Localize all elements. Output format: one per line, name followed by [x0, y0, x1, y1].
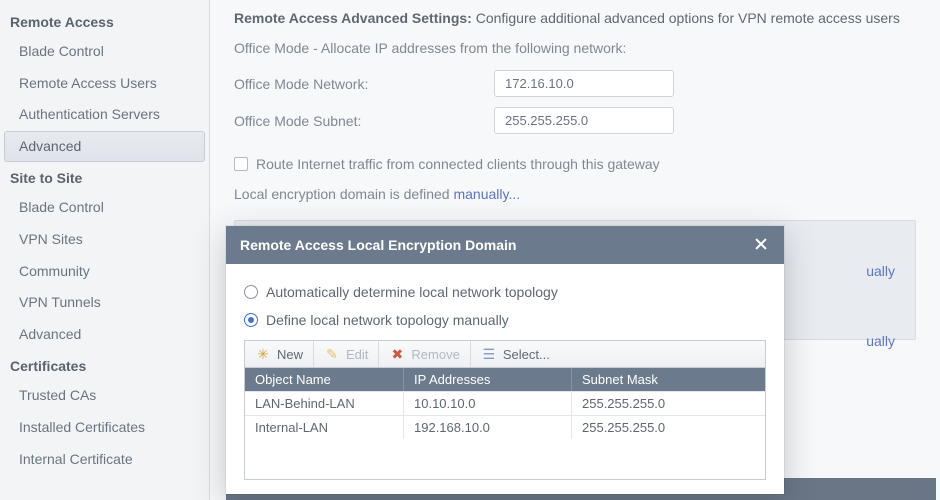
route-internet-checkbox[interactable] [234, 157, 248, 171]
sidebar-item-trusted-cas[interactable]: Trusted CAs [4, 380, 205, 412]
sidebar-item-community[interactable]: Community [4, 256, 205, 288]
table-row[interactable]: LAN-Behind-LAN 10.10.10.0 255.255.255.0 [245, 391, 765, 415]
local-encryption-manually-link[interactable]: manually... [453, 186, 520, 202]
sidebar-item-remote-access-users[interactable]: Remote Access Users [4, 68, 205, 100]
remove-icon: ✖ [389, 346, 405, 362]
sidebar-item-vpn-sites[interactable]: VPN Sites [4, 224, 205, 256]
sidebar-group-certificates: Certificates [0, 350, 209, 380]
sidebar: Remote Access Blade Control Remote Acces… [0, 0, 210, 500]
object-toolbar: ✳ New ✎ Edit ✖ Remove ☰ Select... [244, 340, 766, 368]
cell-object-name: Internal-LAN [245, 416, 403, 439]
sidebar-item-blade-control-s2s[interactable]: Blade Control [4, 192, 205, 224]
close-icon[interactable] [752, 236, 770, 254]
select-button-label: Select... [503, 347, 550, 362]
remove-button-label: Remove [411, 347, 459, 362]
local-encryption-prefix: Local encryption domain is defined [234, 186, 453, 202]
sidebar-item-advanced-ra[interactable]: Advanced [4, 131, 205, 163]
sidebar-item-blade-control[interactable]: Blade Control [4, 36, 205, 68]
sidebar-item-installed-certificates[interactable]: Installed Certificates [4, 412, 205, 444]
dialog-title: Remote Access Local Encryption Domain [240, 237, 516, 253]
office-network-label: Office Mode Network: [234, 76, 494, 92]
cell-ip: 10.10.10.0 [403, 392, 571, 415]
col-subnet-mask[interactable]: Subnet Mask [571, 368, 765, 391]
bg-link-2[interactable]: ually [866, 333, 895, 349]
new-button[interactable]: ✳ New [245, 341, 314, 367]
sidebar-group-remote-access: Remote Access [0, 6, 209, 36]
select-icon: ☰ [481, 346, 497, 362]
encryption-domain-dialog: Remote Access Local Encryption Domain Au… [226, 226, 784, 494]
office-subnet-input[interactable] [494, 107, 674, 134]
office-subnet-label: Office Mode Subnet: [234, 113, 494, 129]
route-internet-label: Route Internet traffic from connected cl… [256, 156, 660, 172]
radio-auto-topology[interactable] [244, 285, 258, 299]
new-button-label: New [277, 347, 303, 362]
select-button[interactable]: ☰ Select... [471, 341, 560, 367]
cell-mask: 255.255.255.0 [571, 392, 765, 415]
col-object-name[interactable]: Object Name [245, 368, 403, 391]
page-heading-bold: Remote Access Advanced Settings: [234, 10, 472, 26]
cell-object-name: LAN-Behind-LAN [245, 392, 403, 415]
objects-table: Object Name IP Addresses Subnet Mask LAN… [244, 368, 766, 480]
radio-manual-topology[interactable] [244, 313, 258, 327]
sidebar-group-site-to-site: Site to Site [0, 162, 209, 192]
office-mode-description: Office Mode - Allocate IP addresses from… [234, 40, 916, 56]
col-ip-addresses[interactable]: IP Addresses [403, 368, 571, 391]
radio-manual-topology-label: Define local network topology manually [266, 312, 509, 328]
cell-mask: 255.255.255.0 [571, 416, 765, 439]
sidebar-item-internal-certificate[interactable]: Internal Certificate [4, 444, 205, 476]
office-network-input[interactable] [494, 70, 674, 97]
new-icon: ✳ [255, 346, 271, 362]
edit-icon: ✎ [324, 346, 340, 362]
sidebar-item-vpn-tunnels[interactable]: VPN Tunnels [4, 287, 205, 319]
local-encryption-line: Local encryption domain is defined manua… [234, 186, 916, 202]
table-row[interactable]: Internal-LAN 192.168.10.0 255.255.255.0 [245, 415, 765, 439]
cell-ip: 192.168.10.0 [403, 416, 571, 439]
sidebar-item-advanced-s2s[interactable]: Advanced [4, 319, 205, 351]
remove-button[interactable]: ✖ Remove [379, 341, 470, 367]
radio-auto-topology-label: Automatically determine local network to… [266, 284, 558, 300]
bg-link-1[interactable]: ually [866, 263, 895, 279]
edit-button-label: Edit [346, 347, 368, 362]
edit-button[interactable]: ✎ Edit [314, 341, 379, 367]
sidebar-item-authentication-servers[interactable]: Authentication Servers [4, 99, 205, 131]
page-heading: Remote Access Advanced Settings: Configu… [234, 10, 916, 26]
page-heading-text: Configure additional advanced options fo… [472, 10, 900, 26]
